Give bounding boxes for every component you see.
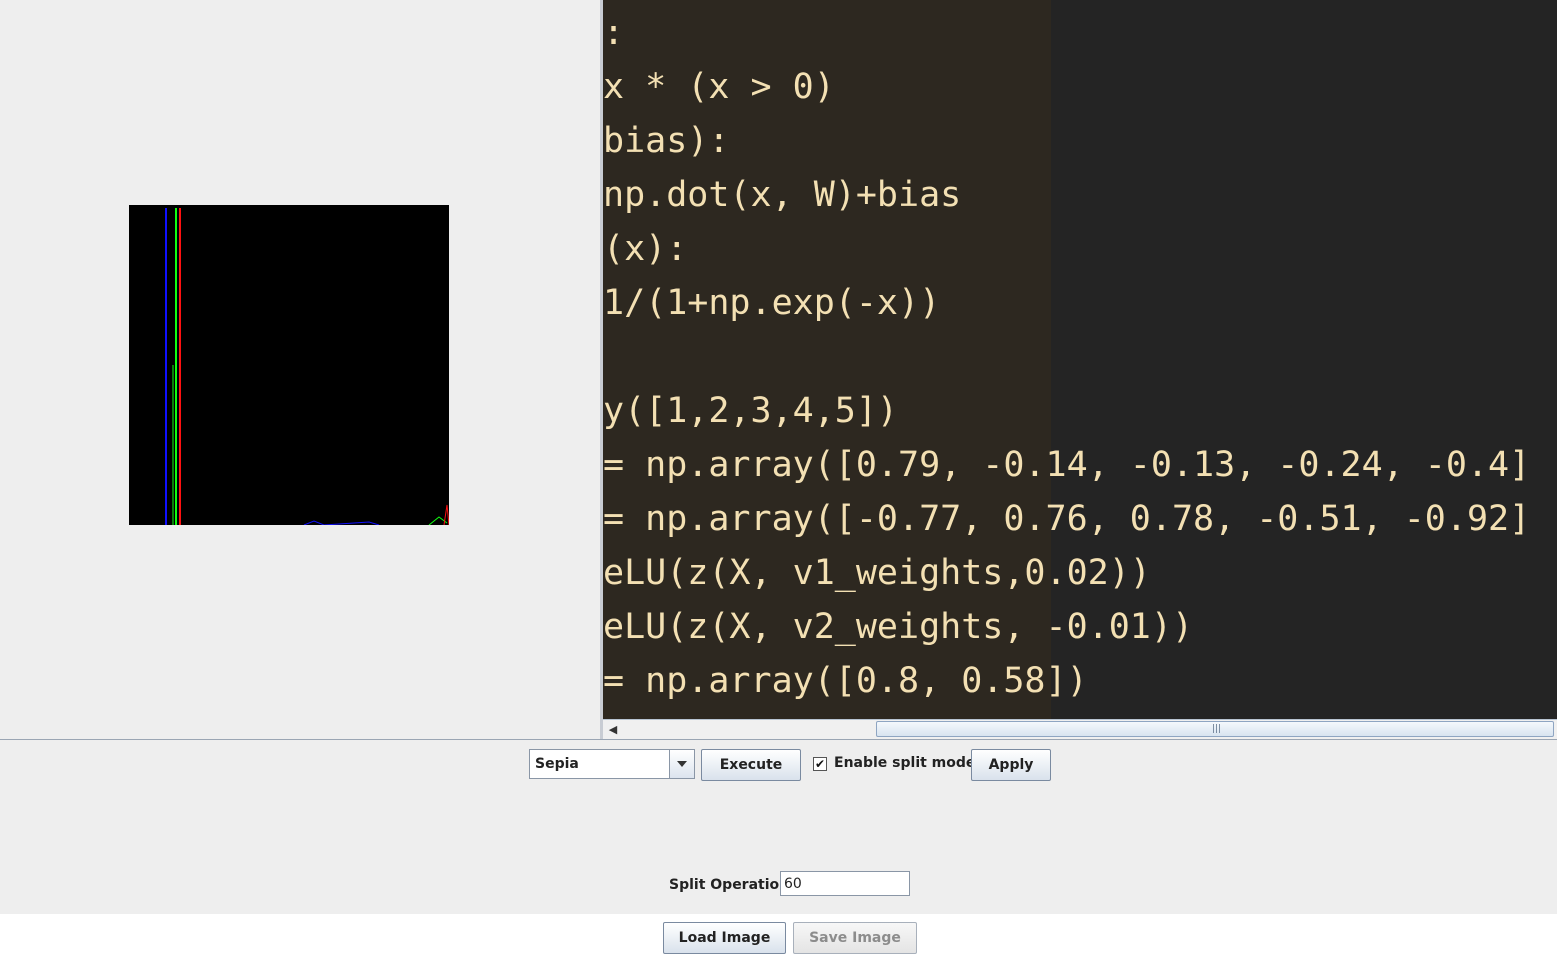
code-line: x * (x > 0) (603, 67, 835, 107)
split-mode-checkbox[interactable]: ✔ (813, 757, 827, 771)
apply-button[interactable]: Apply (971, 749, 1051, 781)
controls-panel: Sepia Execute ✔ Enable split mode Apply … (0, 739, 1557, 915)
scroll-left-arrow-icon[interactable]: ◀ (603, 720, 623, 739)
scrollbar-thumb[interactable]: ||| (876, 721, 1554, 737)
code-line: = np.array([0.79, -0.14, -0.13, -0.24, -… (603, 445, 1531, 485)
load-image-button[interactable]: Load Image (663, 922, 786, 954)
histogram-image (129, 205, 449, 525)
image-panel (0, 0, 600, 739)
histogram-graphic (165, 208, 449, 525)
code-line: y([1,2,3,4,5]) (603, 391, 899, 431)
split-operation-input[interactable] (780, 871, 910, 896)
filter-dropdown[interactable]: Sepia (529, 749, 695, 779)
code-image-view: : x * (x > 0) bias): np.dot(x, W)+bias (x): 1… (603, 0, 1557, 719)
code-line: eLU(z(X, v1_weights,0.02)) (603, 553, 1151, 593)
code-line: ([0.12, 0.38]) (603, 708, 1088, 719)
chevron-down-icon[interactable] (669, 750, 694, 778)
code-line: = np.array([-0.77, 0.76, 0.78, -0.51, -0… (603, 499, 1531, 539)
code-line: bias): (603, 121, 730, 161)
bottom-button-bar: Load Image Save Image (0, 914, 1557, 963)
code-line: eLU(z(X, v2_weights, -0.01)) (603, 607, 1194, 647)
save-image-button[interactable]: Save Image (793, 922, 917, 954)
code-line: (x): (603, 229, 688, 269)
code-line: 1/(1+np.exp(-x)) (603, 283, 941, 323)
code-line: : (603, 13, 625, 53)
execute-button[interactable]: Execute (701, 749, 801, 781)
filter-selected-value: Sepia (535, 756, 579, 772)
code-line: np.dot(x, W)+bias (603, 175, 962, 215)
code-line: = np.array([0.8, 0.58]) (603, 661, 1088, 701)
horizontal-scrollbar[interactable]: ◀ ||| (603, 719, 1557, 739)
split-mode-label: Enable split mode (834, 755, 976, 771)
grip-icon: ||| (1212, 724, 1222, 734)
split-operation-label: Split Operation (669, 877, 790, 893)
